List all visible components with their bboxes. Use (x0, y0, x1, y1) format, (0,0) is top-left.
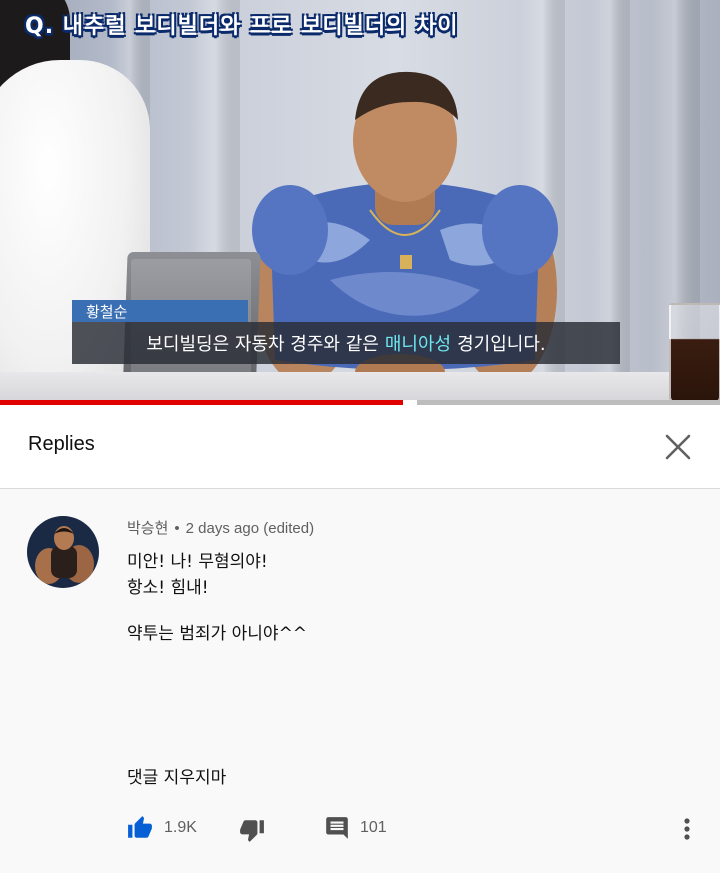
video-title-overlay: Q. 내추럴 보디빌더와 프로 보디빌더의 차이 (25, 14, 459, 39)
more-vert-icon (684, 818, 690, 840)
speaker-name-tag: 황철순 (72, 300, 248, 322)
subtitle-text: 보디빌딩은 자동차 경주와 같은 (146, 334, 379, 355)
thumbs-up-icon (128, 816, 152, 838)
avatar-image (27, 516, 99, 588)
drink-glass (669, 303, 720, 403)
comment-line: 약투는 범죄가 아니야^^ (127, 624, 308, 644)
replies-title: Replies (28, 433, 95, 455)
meta-separator: • (174, 520, 180, 537)
reply-button[interactable]: 101 (324, 815, 387, 841)
video-player[interactable]: Q. 내추럴 보디빌더와 프로 보디빌더의 차이 황철순 보디빌딩은 자동차 경… (0, 0, 720, 405)
subtitle-caption: 보디빌딩은 자동차 경주와 같은 매니아성 경기입니다. (72, 322, 620, 364)
dislike-button[interactable] (238, 817, 266, 843)
comment-meta: 박승현 • 2 days ago (edited) (127, 517, 314, 538)
thumbs-down-icon (240, 820, 264, 842)
like-count: 1.9K (164, 819, 197, 836)
comment-time: 2 days ago (edited) (185, 520, 315, 537)
comment-actions: 1.9K 101 (0, 809, 720, 849)
comment-line: 항소! 힘내! (127, 578, 209, 598)
comment-author[interactable]: 박승현 (127, 520, 168, 537)
comment-line: 댓글 지우지마 (127, 768, 227, 788)
subtitle-text-end: 경기입니다. (457, 334, 546, 355)
subtitle-highlight: 매니아성 (384, 334, 452, 355)
like-button[interactable]: 1.9K (126, 815, 197, 841)
close-button[interactable] (660, 429, 696, 465)
close-icon (665, 434, 691, 460)
comment-line: 미안! 나! 무혐의야! (127, 552, 268, 572)
avatar[interactable] (27, 516, 99, 588)
comment-icon (326, 817, 348, 839)
more-options-button[interactable] (676, 815, 698, 843)
replies-header: Replies (0, 405, 720, 489)
reply-count: 101 (360, 819, 387, 836)
reply-comment: 박승현 • 2 days ago (edited) 미안! 나! 무혐의야! 항소!… (0, 489, 720, 873)
